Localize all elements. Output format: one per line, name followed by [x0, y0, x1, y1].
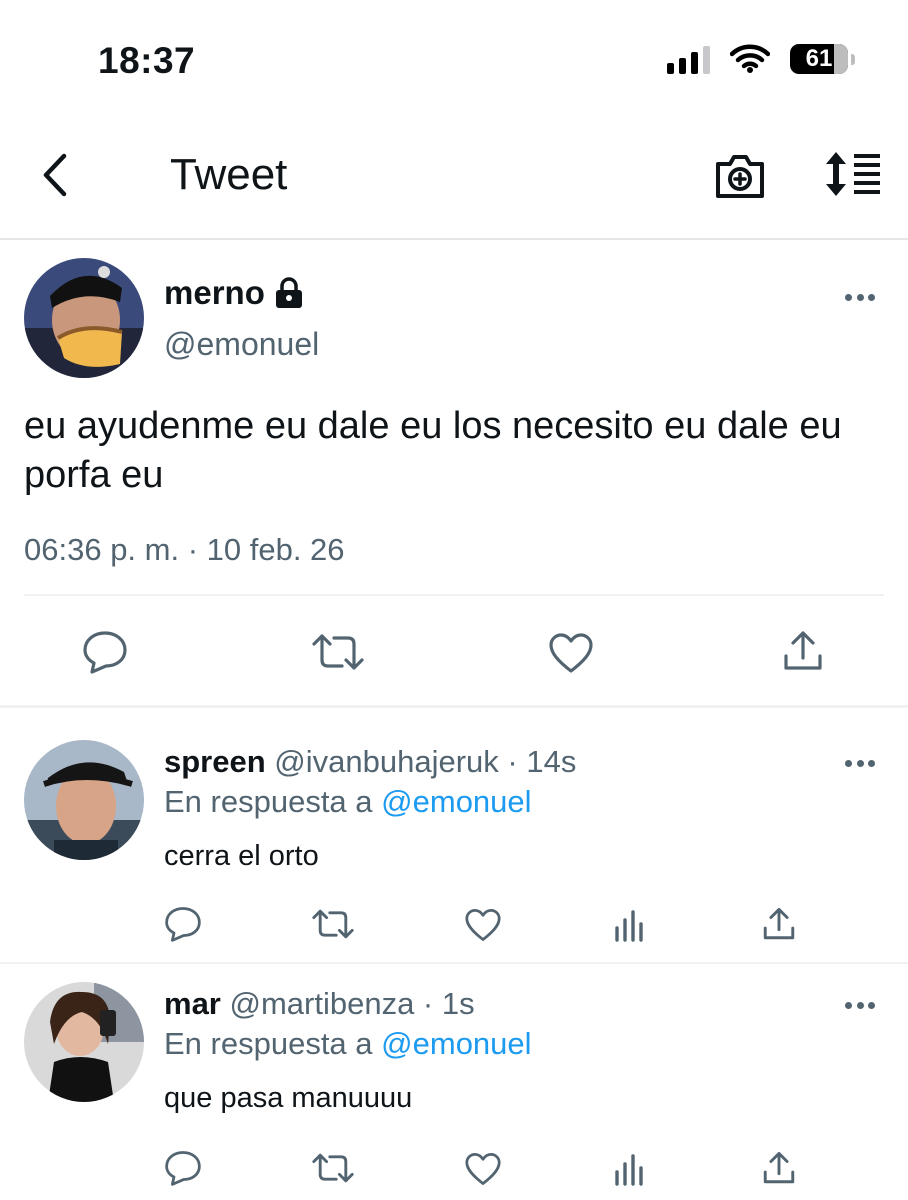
reply-tweet[interactable]: mar @martibenza · 1s En respuesta a @emo…	[0, 964, 908, 1200]
mention-link[interactable]: @emonuel	[381, 784, 531, 819]
tweet-timestamp: 06:36 p. m. · 10 feb. 26	[24, 532, 345, 567]
avatar-image	[24, 258, 144, 378]
cellular-signal-icon	[667, 44, 710, 74]
avatar-image	[24, 982, 144, 1102]
analytics-icon[interactable]	[614, 908, 648, 942]
reply-text: cerra el orto	[164, 840, 319, 872]
author-name[interactable]: spreen	[164, 744, 266, 779]
retweet-icon[interactable]	[312, 1152, 354, 1184]
divider	[24, 594, 884, 596]
reply-icon[interactable]	[164, 1150, 202, 1186]
back-icon[interactable]	[36, 150, 76, 200]
reply-context: En respuesta a @emonuel	[164, 784, 532, 820]
share-icon[interactable]	[762, 1150, 796, 1186]
reply-icon[interactable]	[82, 630, 128, 674]
more-options-icon[interactable]	[845, 1002, 875, 1010]
status-bar: 18:37 61	[0, 0, 908, 120]
reply-text: que pasa manuuuu	[164, 1082, 413, 1114]
battery-level: 61	[805, 45, 833, 72]
page-title: Tweet	[170, 150, 288, 199]
avatar[interactable]	[24, 740, 144, 860]
author-meta: @martibenza · 1s	[229, 986, 475, 1021]
nav-bar: Tweet	[0, 120, 908, 240]
lock-icon	[275, 277, 302, 308]
like-icon[interactable]	[464, 908, 502, 942]
analytics-icon[interactable]	[614, 1152, 648, 1186]
share-icon[interactable]	[762, 906, 796, 942]
mention-link[interactable]: @emonuel	[381, 1026, 531, 1061]
avatar[interactable]	[24, 258, 144, 378]
wifi-icon	[730, 44, 770, 73]
avatar[interactable]	[24, 982, 144, 1102]
author-name[interactable]: mar	[164, 986, 221, 1021]
retweet-icon[interactable]	[312, 632, 364, 672]
status-icons: 61	[667, 44, 855, 74]
camera-add-icon[interactable]	[714, 150, 766, 200]
reply-prefix: En respuesta a	[164, 1026, 373, 1061]
more-options-icon[interactable]	[845, 760, 875, 768]
main-tweet: merno @emonuel eu ayudenme eu dale eu lo…	[0, 242, 908, 708]
like-icon[interactable]	[464, 1152, 502, 1186]
status-time: 18:37	[98, 40, 196, 81]
share-icon[interactable]	[782, 630, 824, 672]
reply-context: En respuesta a @emonuel	[164, 1026, 532, 1062]
reply-prefix: En respuesta a	[164, 784, 373, 819]
author-handle[interactable]: @emonuel	[164, 326, 319, 363]
author-name[interactable]: merno	[164, 274, 305, 312]
author-name-text: merno	[164, 274, 265, 311]
reply-icon[interactable]	[164, 906, 202, 942]
more-options-icon[interactable]	[845, 294, 875, 302]
sort-replies-icon[interactable]	[822, 150, 882, 198]
retweet-icon[interactable]	[312, 908, 354, 940]
reply-header: mar @martibenza · 1s	[164, 986, 475, 1022]
avatar-image	[24, 740, 144, 860]
tweet-text: eu ayudenme eu dale eu los necesito eu d…	[24, 405, 842, 496]
like-icon[interactable]	[548, 632, 594, 674]
reply-header: spreen @ivanbuhajeruk · 14s	[164, 744, 576, 780]
author-meta: @ivanbuhajeruk · 14s	[274, 744, 577, 779]
battery-icon: 61	[790, 44, 855, 74]
reply-tweet[interactable]: spreen @ivanbuhajeruk · 14s En respuesta…	[0, 712, 908, 962]
